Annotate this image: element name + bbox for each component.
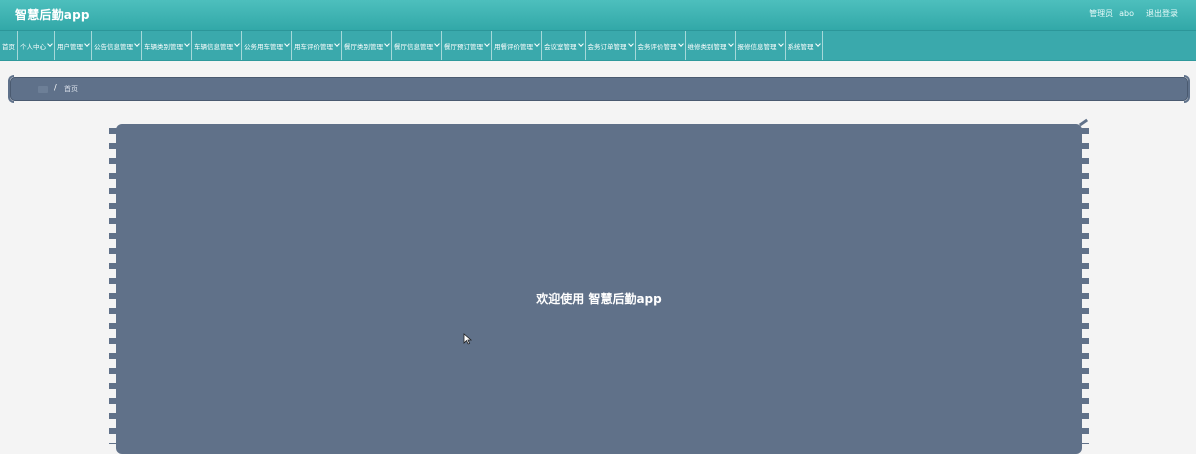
nav-item-label: 餐厅信息管理 xyxy=(394,42,433,51)
nav-item-0[interactable]: 首页 xyxy=(0,31,18,60)
chevron-down-icon xyxy=(84,41,90,47)
nav-item-label: 餐厅类别管理 xyxy=(344,42,383,51)
nav-item-label: 公告信息管理 xyxy=(94,42,133,51)
user-name: abo xyxy=(1119,9,1134,18)
chevron-down-icon xyxy=(577,41,584,47)
nav-item-label: 会务订单管理 xyxy=(587,42,627,51)
chevron-down-icon xyxy=(384,41,390,47)
breadcrumb: / 首页 xyxy=(8,75,1190,103)
nav-item-12[interactable]: 会议室管理 xyxy=(542,31,586,60)
nav-item-7[interactable]: 用车评价管理 xyxy=(292,31,342,60)
nav-item-13[interactable]: 会务订单管理 xyxy=(586,31,636,60)
nav-item-label: 车辆信息管理 xyxy=(194,42,233,51)
breadcrumb-current: 首页 xyxy=(64,85,78,93)
nav-item-label: 会务评价管理 xyxy=(637,42,677,51)
user-area: 管理员 abo 退出登录 xyxy=(1083,8,1178,19)
home-icon[interactable] xyxy=(38,86,48,93)
nav-item-label: 个人中心 xyxy=(20,42,46,51)
chevron-down-icon xyxy=(234,41,240,47)
nav-item-label: 用餐评价管理 xyxy=(494,42,533,51)
nav-item-label: 报修信息管理 xyxy=(737,42,777,51)
chevron-down-icon xyxy=(777,41,784,47)
chevron-down-icon xyxy=(184,41,190,47)
chevron-down-icon xyxy=(434,41,440,47)
chevron-down-icon xyxy=(814,41,821,47)
nav-item-label: 车辆类别管理 xyxy=(144,42,183,51)
nav-item-label: 维修类别管理 xyxy=(687,42,727,51)
breadcrumb-separator: / xyxy=(54,83,57,92)
chevron-down-icon xyxy=(47,41,53,47)
main-nav: 首页 个人中心 用户管理 公告信息管理 车辆类别管理 车辆信息管理 公务用车管理 用车评价管理… xyxy=(0,30,1196,61)
nav-item-1[interactable]: 个人中心 xyxy=(18,31,55,60)
nav-item-label: 系统管理 xyxy=(787,42,814,51)
chevron-down-icon xyxy=(334,41,340,47)
nav-item-2[interactable]: 用户管理 xyxy=(55,31,92,60)
nav-item-label: 餐厅预订管理 xyxy=(444,42,483,51)
welcome-text: 欢迎使用 智慧后勤app xyxy=(536,292,662,306)
chevron-down-icon xyxy=(677,41,684,47)
logout-link[interactable]: 退出登录 xyxy=(1146,9,1178,18)
panel-right-edge xyxy=(1081,128,1089,444)
nav-item-label: 公务用车管理 xyxy=(244,42,283,51)
nav-item-17[interactable]: 系统管理 xyxy=(786,31,823,60)
nav-item-11[interactable]: 用餐评价管理 xyxy=(492,31,542,60)
nav-item-4[interactable]: 车辆类别管理 xyxy=(142,31,192,60)
top-header: 智慧后勤app 管理员 abo 退出登录 xyxy=(0,0,1196,30)
chevron-down-icon xyxy=(727,41,734,47)
nav-item-5[interactable]: 车辆信息管理 xyxy=(192,31,242,60)
chevron-down-icon xyxy=(284,41,290,47)
chevron-down-icon xyxy=(134,41,140,47)
app-title: 智慧后勤app xyxy=(15,8,90,22)
breadcrumb-left-bracket xyxy=(8,75,14,103)
nav-item-15[interactable]: 维修类别管理 xyxy=(686,31,736,60)
nav-item-label: 用车评价管理 xyxy=(294,42,333,51)
chevron-down-icon xyxy=(627,41,634,47)
nav-item-label: 用户管理 xyxy=(57,42,83,51)
chevron-down-icon xyxy=(534,41,540,47)
nav-item-16[interactable]: 报修信息管理 xyxy=(736,31,786,60)
chevron-down-icon xyxy=(484,41,490,47)
welcome-panel: 欢迎使用 智慧后勤app xyxy=(116,124,1082,454)
nav-item-label: 首页 xyxy=(2,42,15,51)
user-role: 管理员 xyxy=(1089,9,1114,18)
nav-item-3[interactable]: 公告信息管理 xyxy=(92,31,142,60)
nav-item-9[interactable]: 餐厅信息管理 xyxy=(392,31,442,60)
mouse-cursor-icon xyxy=(463,333,473,345)
nav-item-label: 会议室管理 xyxy=(544,42,577,51)
nav-item-8[interactable]: 餐厅类别管理 xyxy=(342,31,392,60)
nav-item-6[interactable]: 公务用车管理 xyxy=(242,31,292,60)
breadcrumb-right-bracket xyxy=(1184,75,1190,103)
nav-item-14[interactable]: 会务评价管理 xyxy=(636,31,686,60)
nav-item-10[interactable]: 餐厅预订管理 xyxy=(442,31,492,60)
